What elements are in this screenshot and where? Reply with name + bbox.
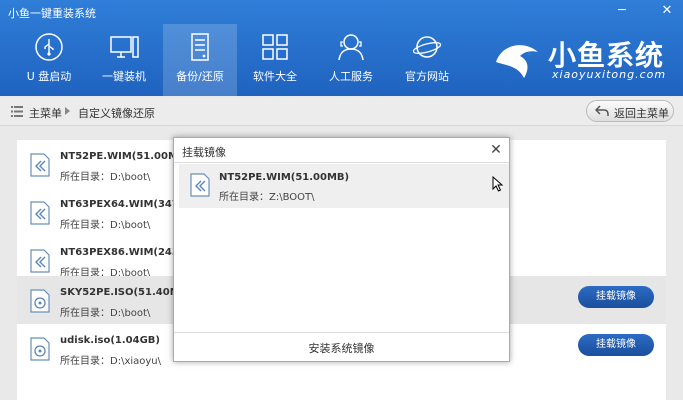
image-name: NT52PE.WIM(51.00MB) [219,172,350,183]
breadcrumb-arrow-icon [65,107,70,115]
iso-disc-icon [30,289,50,313]
app-header: 小鱼一键重装系统 ─ ✕ U 盘启动 一键装机 备份/还原 软件大全 人工服务 … [0,0,683,96]
breadcrumb-home[interactable]: 主菜单 [29,105,62,121]
dialog-title: 挂载镜像 [182,146,226,159]
mount-image-button[interactable]: 挂载镜像 [578,286,654,308]
nav-item-usb-boot[interactable]: U 盘启动 [12,24,86,96]
wim-file-icon [30,153,50,177]
dialog-header: 挂载镜像 ✕ [174,138,509,163]
window-title: 小鱼一键重装系统 [8,7,96,20]
nav-label: 软件大全 [253,70,297,83]
usb-icon [35,33,63,61]
back-arrow-icon [595,105,609,116]
fish-logo-icon [496,45,538,78]
back-to-main-menu-button[interactable]: 返回主菜单 [586,100,674,122]
nav-item-backup-restore[interactable]: 备份/还原 [163,24,237,96]
support-person-icon [338,34,364,61]
image-path: 所在目录：Z:\BOOT\ [219,192,315,203]
brand-logo: 小鱼系统 xiaoyuxitong.com [490,34,680,90]
nav-item-one-click-install[interactable]: 一键装机 [87,24,161,96]
dialog-footer: 安装系统镜像 [174,332,509,362]
install-system-image-button[interactable]: 安装系统镜像 [174,340,509,356]
nav-label: U 盘启动 [26,70,72,83]
mouse-cursor-icon [492,176,504,192]
minimize-button[interactable]: ─ [612,3,632,19]
nav-label: 官方网站 [405,70,449,83]
wim-file-icon [190,173,210,197]
breadcrumb: 主菜单 自定义镜像还原 返回主菜单 [0,98,683,126]
image-path: 所在目录：D:\boot\ [60,172,151,183]
image-path: 所在目录：D:\xiaoyu\ [60,356,162,367]
nav-label: 一键装机 [102,70,146,83]
mount-image-dialog: 挂载镜像 ✕ NT52PE.WIM(51.00MB) 所在目录：Z:\BOOT\… [173,137,510,362]
menu-list-icon [11,106,23,117]
wim-file-icon [30,201,50,225]
image-path: 所在目录：D:\boot\ [60,308,151,319]
backup-icon [191,33,209,61]
nav-label: 备份/还原 [176,70,224,83]
iso-disc-icon [30,337,50,361]
mount-image-button[interactable]: 挂载镜像 [578,334,654,356]
nav-item-software[interactable]: 软件大全 [238,24,312,96]
close-window-button[interactable]: ✕ [657,3,677,19]
brand-url: xiaoyuxitong.com [552,68,667,81]
planet-icon [412,36,442,58]
image-name: NT52PE.WIM(51.00MB) [60,151,191,162]
image-name: udisk.iso(1.04GB) [60,335,160,346]
apps-grid-icon [262,34,288,60]
image-path: 所在目录：D:\boot\ [60,220,151,231]
dialog-close-button[interactable]: ✕ [489,142,503,158]
nav-label: 人工服务 [329,70,373,83]
breadcrumb-current: 自定义镜像还原 [78,107,155,120]
mounted-image-item[interactable]: NT52PE.WIM(51.00MB) 所在目录：Z:\BOOT\ [179,164,509,208]
back-button-label: 返回主菜单 [614,107,669,120]
wim-file-icon [30,249,50,273]
nav-item-website[interactable]: 官方网站 [390,24,464,96]
nav-item-support[interactable]: 人工服务 [314,24,388,96]
computer-icon [110,36,139,58]
